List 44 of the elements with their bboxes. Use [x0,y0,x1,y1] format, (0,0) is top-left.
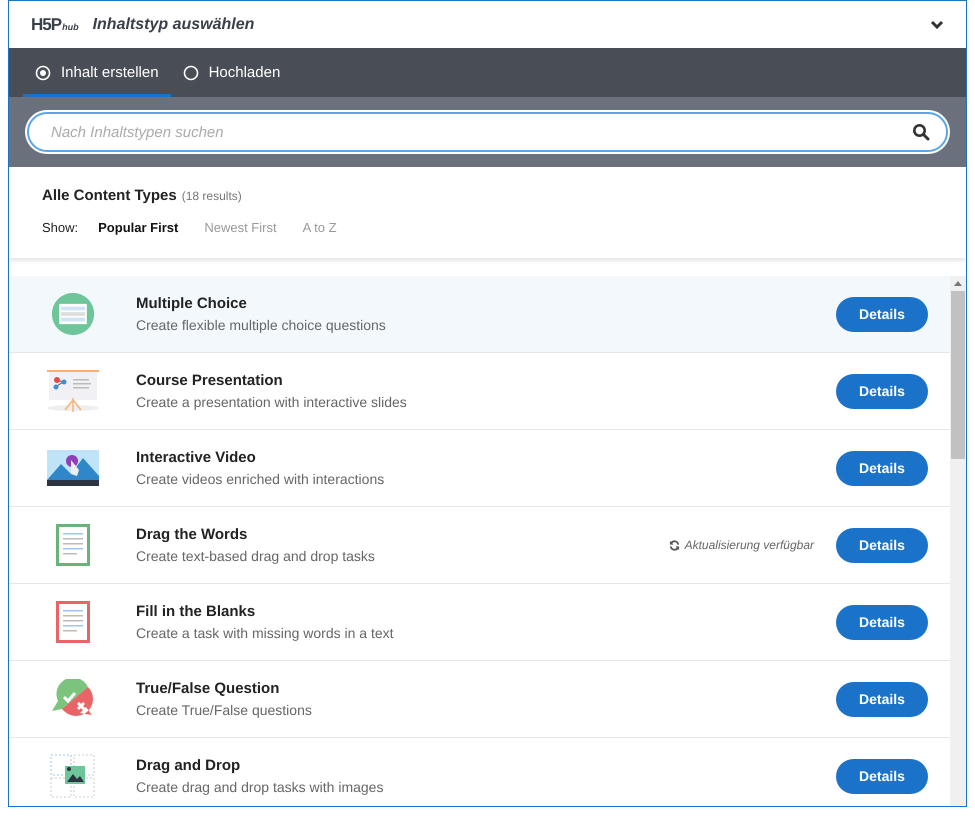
content-type-title: True/False Question [136,680,280,697]
content-type-description: Create videos enriched with interactions [136,471,386,487]
content-type-description: Create drag and drop tasks with images [136,779,384,795]
content-type-description: Create a presentation with interactive slides [136,394,408,410]
details-button[interactable]: Details [836,450,928,486]
show-label: Show: [42,220,78,235]
presentation-board-icon [44,368,100,414]
details-button[interactable]: Details [836,374,928,408]
content-type-description: Create flexible multiple choice questions [136,317,387,333]
chevron-icon[interactable] [930,20,944,30]
content-type-description: Create text-based drag and drop tasks [136,548,376,564]
result-count: (18 results) [182,189,242,203]
content-type-title: Interactive Video [136,449,257,466]
content-type-description: Create True/False questions [136,702,313,718]
image-grid-icon [50,754,96,798]
logo: H5Phub [31,14,79,34]
details-button[interactable]: Details [836,682,928,716]
update-notice: Aktualisierung verfügbar [684,538,814,552]
details-button[interactable]: Details [836,604,928,640]
list-title: Alle Content Types [42,187,177,204]
text-page-icon [54,523,90,567]
sort-option[interactable]: Popular First [98,220,178,235]
search-field[interactable]: Nach Inhaltstypen suchen [27,112,948,152]
check-cross-bubble-icon [50,679,96,719]
content-type-description: Create a task with missing words in a text [136,625,395,641]
content-type-title: Multiple Choice [136,295,248,312]
details-button[interactable]: Details [836,528,928,562]
video-icon [46,450,98,486]
refresh-icon [668,540,680,550]
text-page-icon [54,600,90,644]
content-type-title: Fill in the Blanks [136,603,256,620]
tab[interactable]: Hochladen [170,51,292,97]
radio-icon [35,64,51,80]
scrollbar[interactable] [950,276,966,806]
dialog-title: Inhaltstyp auswählen [92,16,256,34]
checklist-icon [50,291,96,337]
details-button[interactable]: Details [836,758,928,794]
search-icon[interactable] [912,123,930,141]
radio-icon [182,64,199,80]
content-type-title: Course Presentation [136,372,284,389]
content-type-title: Drag the Words [136,526,248,543]
details-button[interactable]: Details [836,296,928,332]
content-type-row[interactable]: Multiple Choice Create flexible multiple choice questions Details [9,276,950,353]
content-type-title: Drag and Drop [136,757,242,774]
